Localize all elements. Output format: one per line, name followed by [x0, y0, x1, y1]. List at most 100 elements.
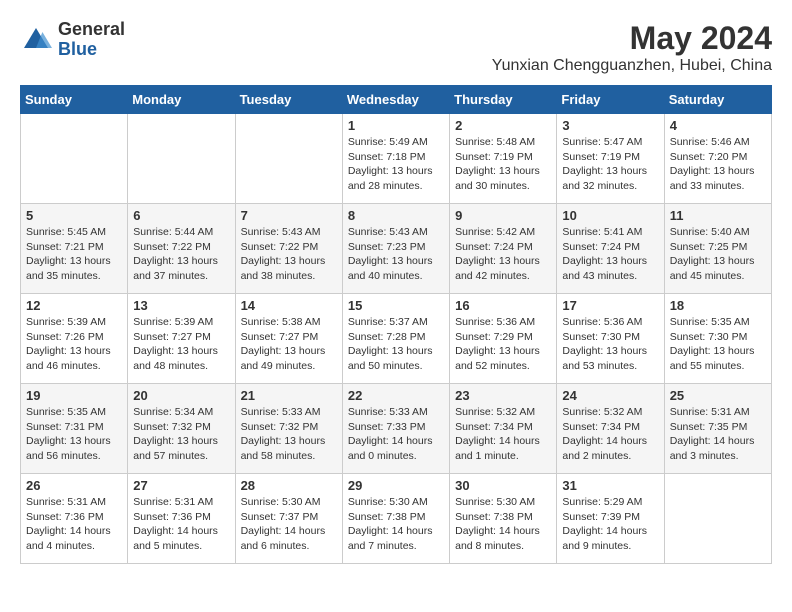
day-info: Sunrise: 5:46 AMSunset: 7:20 PMDaylight:…: [670, 135, 766, 194]
calendar-cell: 19Sunrise: 5:35 AMSunset: 7:31 PMDayligh…: [21, 384, 128, 474]
header-row: Sunday Monday Tuesday Wednesday Thursday…: [21, 86, 772, 114]
calendar-cell: 10 Sunrise: 5:41 AMSunset: 7:24 PMDayligh…: [557, 204, 664, 294]
day-info: Sunrise: 5:35 AMSunset: 7:31 PMDaylight:…: [26, 405, 122, 464]
calendar-week-1: 1Sunrise: 5:49 AMSunset: 7:18 PMDaylight…: [21, 114, 772, 204]
day-number: 1: [348, 118, 444, 133]
day-number: 13: [133, 298, 229, 313]
calendar-cell: 23 Sunrise: 5:32 AMSunset: 7:34 PMDayligh…: [450, 384, 557, 474]
calendar-header: Sunday Monday Tuesday Wednesday Thursday…: [21, 86, 772, 114]
calendar-cell: 3 Sunrise: 5:47 AMSunset: 7:19 PMDaylight…: [557, 114, 664, 204]
calendar-cell: 25 Sunrise: 5:31 AMSunset: 7:35 PMDayligh…: [664, 384, 771, 474]
day-number: 30: [455, 478, 551, 493]
calendar-cell: 20 Sunrise: 5:34 AMSunset: 7:32 PMDayligh…: [128, 384, 235, 474]
day-number: 17: [562, 298, 658, 313]
day-number: 7: [241, 208, 337, 223]
day-number: 9: [455, 208, 551, 223]
day-number: 25: [670, 388, 766, 403]
day-number: 22: [348, 388, 444, 403]
day-number: 31: [562, 478, 658, 493]
day-info: Sunrise: 5:29 AMSunset: 7:39 PMDaylight:…: [562, 495, 658, 554]
calendar-cell: 1Sunrise: 5:49 AMSunset: 7:18 PMDaylight…: [342, 114, 449, 204]
calendar-cell: 26 Sunrise: 5:31 AMSunset: 7:36 PMDayligh…: [21, 474, 128, 564]
calendar-cell: 7 Sunrise: 5:43 AMSunset: 7:22 PMDaylight…: [235, 204, 342, 294]
day-info: Sunrise: 5:31 AMSunset: 7:35 PMDaylight:…: [670, 405, 766, 464]
calendar-body: 1Sunrise: 5:49 AMSunset: 7:18 PMDaylight…: [21, 114, 772, 564]
day-info: Sunrise: 5:37 AMSunset: 7:28 PMDaylight:…: [348, 315, 444, 374]
day-number: 6: [133, 208, 229, 223]
day-info: Sunrise: 5:32 AMSunset: 7:34 PMDaylight:…: [455, 405, 551, 464]
day-number: 2: [455, 118, 551, 133]
day-info: Sunrise: 5:41 AMSunset: 7:24 PMDaylight:…: [562, 225, 658, 284]
day-info: Sunrise: 5:30 AMSunset: 7:37 PMDaylight:…: [241, 495, 337, 554]
day-info: Sunrise: 5:35 AMSunset: 7:30 PMDaylight:…: [670, 315, 766, 374]
day-info: Sunrise: 5:42 AMSunset: 7:24 PMDaylight:…: [455, 225, 551, 284]
day-number: 3: [562, 118, 658, 133]
day-info: Sunrise: 5:47 AMSunset: 7:19 PMDaylight:…: [562, 135, 658, 194]
day-number: 14: [241, 298, 337, 313]
calendar-cell: 16Sunrise: 5:36 AMSunset: 7:29 PMDayligh…: [450, 294, 557, 384]
calendar-cell: 27Sunrise: 5:31 AMSunset: 7:36 PMDayligh…: [128, 474, 235, 564]
day-info: Sunrise: 5:36 AMSunset: 7:30 PMDaylight:…: [562, 315, 658, 374]
calendar-cell: [235, 114, 342, 204]
day-info: Sunrise: 5:39 AMSunset: 7:27 PMDaylight:…: [133, 315, 229, 374]
calendar-title: May 2024: [492, 20, 772, 57]
calendar-cell: 13 Sunrise: 5:39 AMSunset: 7:27 PMDayligh…: [128, 294, 235, 384]
day-info: Sunrise: 5:43 AMSunset: 7:23 PMDaylight:…: [348, 225, 444, 284]
day-info: Sunrise: 5:44 AMSunset: 7:22 PMDaylight:…: [133, 225, 229, 284]
page-header: General Blue May 2024 Yunxian Chengguanz…: [20, 20, 772, 75]
day-info: Sunrise: 5:40 AMSunset: 7:25 PMDaylight:…: [670, 225, 766, 284]
calendar-cell: 9 Sunrise: 5:42 AMSunset: 7:24 PMDaylight…: [450, 204, 557, 294]
calendar-table: Sunday Monday Tuesday Wednesday Thursday…: [20, 85, 772, 564]
calendar-cell: [664, 474, 771, 564]
calendar-week-3: 12 Sunrise: 5:39 AMSunset: 7:26 PMDayligh…: [21, 294, 772, 384]
title-block: May 2024 Yunxian Chengguanzhen, Hubei, C…: [492, 20, 772, 75]
calendar-cell: 11 Sunrise: 5:40 AMSunset: 7:25 PMDayligh…: [664, 204, 771, 294]
calendar-cell: 18 Sunrise: 5:35 AMSunset: 7:30 PMDayligh…: [664, 294, 771, 384]
day-number: 21: [241, 388, 337, 403]
calendar-week-2: 5Sunrise: 5:45 AMSunset: 7:21 PMDaylight…: [21, 204, 772, 294]
col-monday: Monday: [128, 86, 235, 114]
day-number: 15: [348, 298, 444, 313]
day-info: Sunrise: 5:30 AMSunset: 7:38 PMDaylight:…: [348, 495, 444, 554]
calendar-cell: 24Sunrise: 5:32 AMSunset: 7:34 PMDayligh…: [557, 384, 664, 474]
day-number: 8: [348, 208, 444, 223]
day-number: 10: [562, 208, 658, 223]
calendar-cell: 8 Sunrise: 5:43 AMSunset: 7:23 PMDaylight…: [342, 204, 449, 294]
day-info: Sunrise: 5:38 AMSunset: 7:27 PMDaylight:…: [241, 315, 337, 374]
day-number: 4: [670, 118, 766, 133]
calendar-cell: 31 Sunrise: 5:29 AMSunset: 7:39 PMDayligh…: [557, 474, 664, 564]
col-friday: Friday: [557, 86, 664, 114]
calendar-cell: 12 Sunrise: 5:39 AMSunset: 7:26 PMDayligh…: [21, 294, 128, 384]
day-number: 12: [26, 298, 122, 313]
calendar-subtitle: Yunxian Chengguanzhen, Hubei, China: [492, 57, 772, 75]
day-number: 28: [241, 478, 337, 493]
day-number: 18: [670, 298, 766, 313]
day-info: Sunrise: 5:39 AMSunset: 7:26 PMDaylight:…: [26, 315, 122, 374]
calendar-cell: 5Sunrise: 5:45 AMSunset: 7:21 PMDaylight…: [21, 204, 128, 294]
day-number: 20: [133, 388, 229, 403]
day-info: Sunrise: 5:43 AMSunset: 7:22 PMDaylight:…: [241, 225, 337, 284]
calendar-week-5: 26 Sunrise: 5:31 AMSunset: 7:36 PMDayligh…: [21, 474, 772, 564]
calendar-cell: 15 Sunrise: 5:37 AMSunset: 7:28 PMDayligh…: [342, 294, 449, 384]
day-info: Sunrise: 5:33 AMSunset: 7:33 PMDaylight:…: [348, 405, 444, 464]
day-info: Sunrise: 5:33 AMSunset: 7:32 PMDaylight:…: [241, 405, 337, 464]
day-number: 11: [670, 208, 766, 223]
logo: General Blue: [20, 20, 125, 60]
calendar-cell: 22 Sunrise: 5:33 AMSunset: 7:33 PMDayligh…: [342, 384, 449, 474]
day-number: 23: [455, 388, 551, 403]
col-tuesday: Tuesday: [235, 86, 342, 114]
calendar-cell: 14 Sunrise: 5:38 AMSunset: 7:27 PMDayligh…: [235, 294, 342, 384]
day-number: 24: [562, 388, 658, 403]
day-info: Sunrise: 5:31 AMSunset: 7:36 PMDaylight:…: [133, 495, 229, 554]
day-number: 5: [26, 208, 122, 223]
col-sunday: Sunday: [21, 86, 128, 114]
col-saturday: Saturday: [664, 86, 771, 114]
day-number: 29: [348, 478, 444, 493]
day-info: Sunrise: 5:31 AMSunset: 7:36 PMDaylight:…: [26, 495, 122, 554]
day-number: 26: [26, 478, 122, 493]
day-info: Sunrise: 5:34 AMSunset: 7:32 PMDaylight:…: [133, 405, 229, 464]
calendar-cell: [21, 114, 128, 204]
logo-icon: [20, 24, 52, 56]
calendar-cell: 29 Sunrise: 5:30 AMSunset: 7:38 PMDayligh…: [342, 474, 449, 564]
calendar-week-4: 19Sunrise: 5:35 AMSunset: 7:31 PMDayligh…: [21, 384, 772, 474]
